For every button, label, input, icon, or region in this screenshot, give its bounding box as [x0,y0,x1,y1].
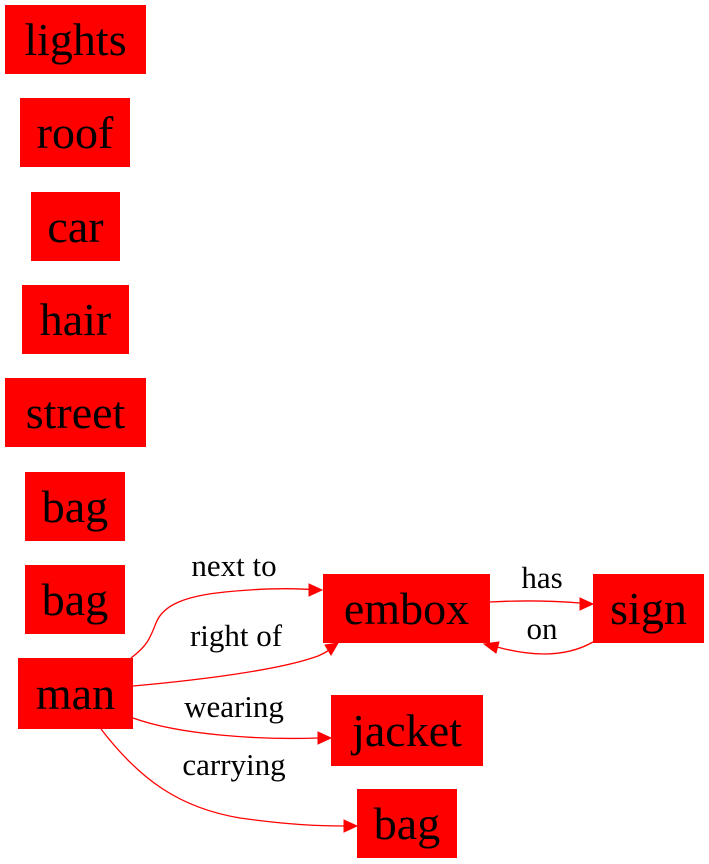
node-man: man [18,658,133,729]
edge-label-next-to: next to [191,548,276,583]
node-bag: bag [25,565,125,634]
edge-label-has: has [521,560,562,595]
edge-label-on: on [527,611,559,646]
node-embox: embox [323,574,490,643]
node-label: bag [42,574,108,625]
node-label: bag [374,798,440,849]
node-lights: lights [5,5,146,74]
edge-label-wearing: wearing [184,689,284,724]
node-label: sign [610,583,687,634]
node-label: roof [37,107,114,158]
edge-man-wearing-jacket: wearing [132,689,333,745]
node-bag: bag [25,472,125,541]
node-label: jacket [350,705,462,756]
edge-arrowhead [308,583,324,597]
edge-arrowhead [579,597,595,611]
edge-arrowhead [324,642,339,656]
node-car: car [31,192,120,261]
edge-label-carrying: carrying [182,747,285,782]
scene-graph-diagram: next to right of wearing carrying has on… [5,5,704,858]
node-label: lights [24,14,126,65]
node-label: car [47,201,103,252]
edge-arrowhead [317,731,333,745]
node-label: street [26,387,126,438]
node-hair: hair [22,285,129,354]
edge-arrowhead [482,641,500,654]
node-sign: sign [593,574,704,643]
node-label: hair [40,294,112,345]
edge-embox-has-sign: has [489,560,595,611]
edge-man-right-of-embox: right of [132,618,339,687]
edge-arrowhead [343,819,359,833]
edge-line [489,600,581,604]
node-label: bag [42,481,108,532]
node-street: street [5,378,146,447]
node-bag: bag [357,789,457,858]
edge-man-carrying-bag: carrying [100,728,359,833]
edge-sign-on-embox: on [482,611,594,655]
node-label: embox [344,583,469,634]
node-jacket: jacket [331,695,483,766]
node-roof: roof [20,98,130,167]
node-label: man [36,668,115,719]
edge-label-right-of: right of [190,618,283,653]
